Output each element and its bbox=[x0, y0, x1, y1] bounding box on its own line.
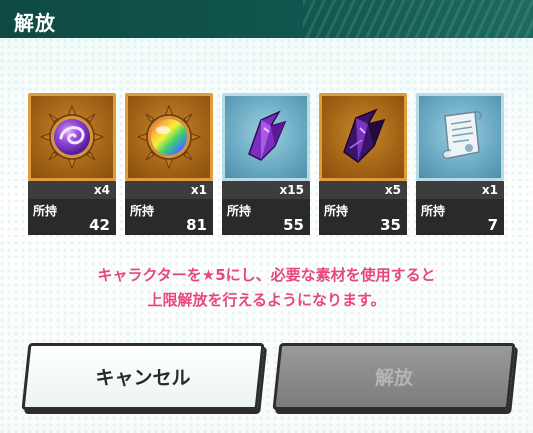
owned-label: 所持 bbox=[33, 204, 58, 218]
owned-label: 所持 bbox=[227, 204, 252, 218]
cancel-button[interactable]: キャンセル bbox=[21, 343, 265, 410]
rainbow-orb-icon bbox=[136, 104, 202, 170]
material-item[interactable]: x1 所持 7 bbox=[416, 93, 504, 283]
header-stripes bbox=[303, 0, 533, 38]
required-quantity: x5 bbox=[319, 181, 407, 199]
material-item[interactable]: x5 所持 35 bbox=[319, 93, 407, 283]
scroll-icon bbox=[442, 111, 482, 159]
dark-crystal-icon bbox=[343, 108, 386, 163]
owned-panel: 所持 35 bbox=[319, 199, 407, 235]
dialog-header: 解放 bbox=[0, 0, 533, 38]
required-quantity: x1 bbox=[416, 181, 504, 199]
material-item[interactable]: x1 所持 81 bbox=[125, 93, 213, 283]
owned-count: 7 bbox=[487, 216, 498, 234]
owned-label: 所持 bbox=[421, 204, 446, 218]
purple-crystal-icon bbox=[248, 110, 287, 161]
material-thumb bbox=[319, 93, 407, 181]
owned-count: 55 bbox=[283, 216, 304, 234]
dialog-title: 解放 bbox=[14, 11, 56, 35]
required-quantity: x15 bbox=[222, 181, 310, 199]
material-thumb bbox=[28, 93, 116, 181]
owned-panel: 所持 7 bbox=[416, 199, 504, 235]
owned-count: 35 bbox=[380, 216, 401, 234]
material-item[interactable]: x4 所持 42 bbox=[28, 93, 116, 283]
material-thumb bbox=[222, 93, 310, 181]
dialog-body: x4 所持 42 x1 所持 81 x15 所持 55 x5 所持 35 x1 … bbox=[0, 38, 533, 433]
purple-orb-icon bbox=[39, 104, 105, 170]
release-button-label: 解放 bbox=[374, 367, 413, 389]
owned-count: 81 bbox=[186, 216, 207, 234]
owned-panel: 所持 55 bbox=[222, 199, 310, 235]
instruction-line-2: 上限解放を行えるようになります。 bbox=[147, 291, 386, 309]
required-quantity: x1 bbox=[125, 181, 213, 199]
material-thumb bbox=[416, 93, 504, 181]
material-thumb bbox=[125, 93, 213, 181]
owned-label: 所持 bbox=[324, 204, 349, 218]
material-item[interactable]: x15 所持 55 bbox=[222, 93, 310, 283]
owned-label: 所持 bbox=[130, 204, 155, 218]
required-quantity: x4 bbox=[28, 181, 116, 199]
material-list: x4 所持 42 x1 所持 81 x15 所持 55 x5 所持 35 x1 … bbox=[28, 93, 508, 283]
owned-panel: 所持 81 bbox=[125, 199, 213, 235]
instruction-line-1: キャラクターを★5にし、必要な素材を使用すると bbox=[97, 266, 436, 284]
owned-count: 42 bbox=[89, 216, 110, 234]
owned-panel: 所持 42 bbox=[28, 199, 116, 235]
release-button[interactable]: 解放 bbox=[272, 343, 516, 410]
cancel-button-label: キャンセル bbox=[95, 367, 191, 389]
release-instruction: キャラクターを★5にし、必要な素材を使用すると 上限解放を行えるようになります。 bbox=[0, 263, 533, 313]
